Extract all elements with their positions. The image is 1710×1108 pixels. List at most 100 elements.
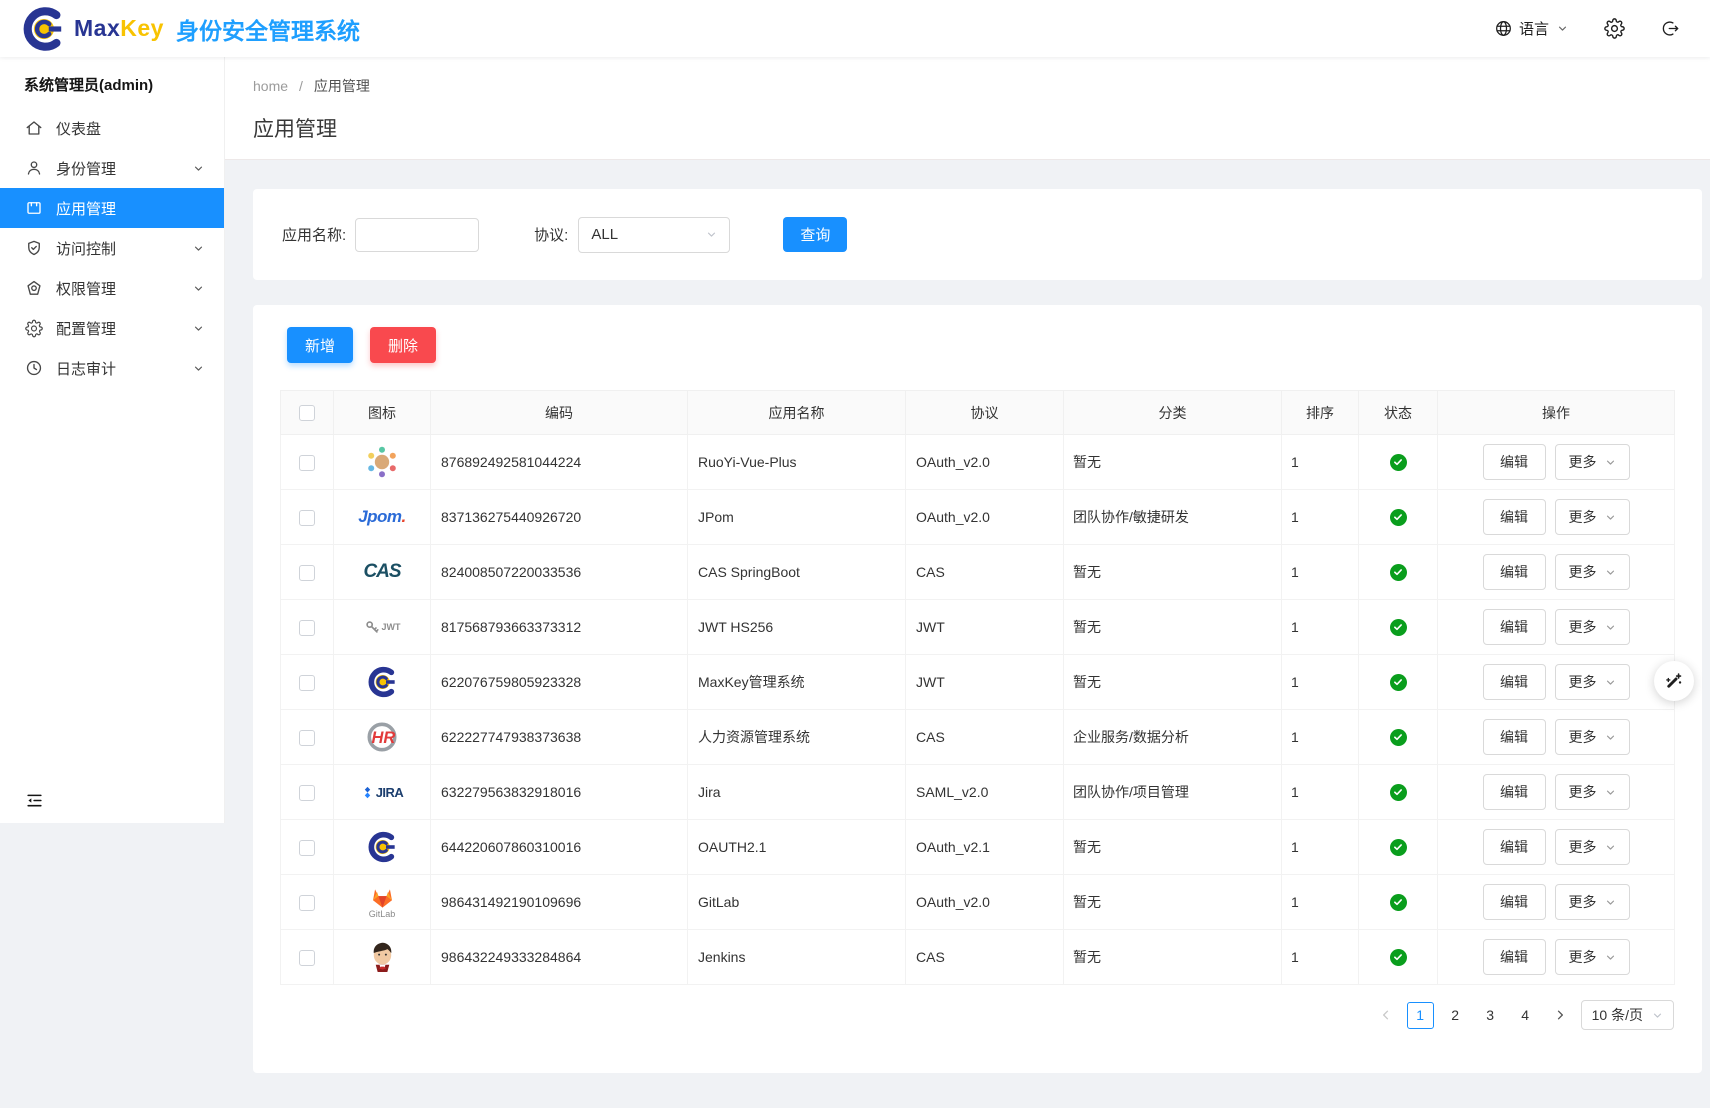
table-row: 622076759805923328MaxKey管理系统JWT暂无1编辑更多 — [281, 655, 1675, 710]
sidebar-item-config[interactable]: 配置管理 — [0, 308, 224, 348]
edit-button[interactable]: 编辑 — [1483, 774, 1546, 810]
sidebar-item-access[interactable]: 访问控制 — [0, 228, 224, 268]
logout-icon[interactable] — [1661, 19, 1680, 38]
row-checkbox[interactable] — [299, 620, 315, 636]
app-code: 837136275440926720 — [431, 490, 688, 545]
col-sort: 排序 — [1282, 391, 1359, 435]
theme-wand-button[interactable] — [1654, 661, 1694, 701]
breadcrumb-home[interactable]: home — [253, 78, 288, 94]
pagination-page-3[interactable]: 3 — [1477, 1002, 1504, 1029]
row-checkbox[interactable] — [299, 895, 315, 911]
row-checkbox[interactable] — [299, 510, 315, 526]
sidebar-item-permission[interactable]: 权限管理 — [0, 268, 224, 308]
more-button[interactable]: 更多 — [1555, 774, 1630, 810]
row-checkbox[interactable] — [299, 565, 315, 581]
chevron-down-icon — [1605, 842, 1616, 853]
protocol-select[interactable]: ALL — [578, 217, 730, 253]
page-size-value: 10 条/页 — [1592, 1005, 1643, 1025]
more-button[interactable]: 更多 — [1555, 884, 1630, 920]
chevron-down-icon — [193, 163, 204, 174]
maxkey-logo — [334, 655, 430, 709]
page-size-select[interactable]: 10 条/页 — [1581, 1000, 1674, 1030]
row-checkbox[interactable] — [299, 730, 315, 746]
more-button[interactable]: 更多 — [1555, 609, 1630, 645]
edit-button[interactable]: 编辑 — [1483, 609, 1546, 645]
delete-button[interactable]: 删除 — [370, 327, 436, 363]
pagination-page-4[interactable]: 4 — [1512, 1002, 1539, 1029]
more-button[interactable]: 更多 — [1555, 499, 1630, 535]
sidebar-item-dashboard[interactable]: 仪表盘 — [0, 108, 224, 148]
brand-key: Key — [120, 15, 164, 42]
edit-button[interactable]: 编辑 — [1483, 719, 1546, 755]
more-button[interactable]: 更多 — [1555, 829, 1630, 865]
more-label: 更多 — [1569, 782, 1597, 802]
row-checkbox[interactable] — [299, 785, 315, 801]
pagination-page-1[interactable]: 1 — [1407, 1002, 1434, 1029]
col-code: 编码 — [431, 391, 688, 435]
pagination-prev-button[interactable] — [1373, 1002, 1399, 1028]
more-label: 更多 — [1569, 947, 1597, 967]
svg-text:HR: HR — [372, 729, 396, 747]
more-button[interactable]: 更多 — [1555, 939, 1630, 975]
sidebar-item-identity[interactable]: 身份管理 — [0, 148, 224, 188]
apps-table: 图标 编码 应用名称 协议 分类 排序 状态 操作 87689249258104… — [280, 390, 1675, 985]
table-row: 644220607860310016OAUTH2.1OAuth_v2.1暂无1编… — [281, 820, 1675, 875]
edit-button[interactable]: 编辑 — [1483, 554, 1546, 590]
chevron-down-icon — [1557, 23, 1568, 34]
more-button[interactable]: 更多 — [1555, 719, 1630, 755]
row-checkbox[interactable] — [299, 455, 315, 471]
app-category: 暂无 — [1064, 435, 1282, 490]
more-button[interactable]: 更多 — [1555, 554, 1630, 590]
chevron-down-icon — [1605, 457, 1616, 468]
select-all-checkbox[interactable] — [299, 405, 315, 421]
status-active-icon — [1390, 509, 1407, 526]
edit-button[interactable]: 编辑 — [1483, 939, 1546, 975]
sidebar-item-label: 权限管理 — [56, 278, 116, 299]
add-button[interactable]: 新增 — [287, 327, 353, 363]
edit-button[interactable]: 编辑 — [1483, 884, 1546, 920]
app-sort: 1 — [1282, 820, 1359, 875]
more-label: 更多 — [1569, 837, 1597, 857]
table-row: Jpom.837136275440926720JPomOAuth_v2.0团队协… — [281, 490, 1675, 545]
app-name: OAUTH2.1 — [688, 820, 906, 875]
chevron-down-icon — [1605, 897, 1616, 908]
row-checkbox[interactable] — [299, 840, 315, 856]
chevron-down-icon — [1605, 732, 1616, 743]
col-name: 应用名称 — [688, 391, 906, 435]
jpom-logo: Jpom. — [334, 490, 430, 544]
row-checkbox[interactable] — [299, 950, 315, 966]
jenkins-logo — [334, 930, 430, 984]
protocol-select-value: ALL — [591, 226, 618, 243]
edit-button[interactable]: 编辑 — [1483, 444, 1546, 480]
row-checkbox[interactable] — [299, 675, 315, 691]
menu-fold-icon[interactable] — [25, 791, 44, 810]
sidebar-menu: 仪表盘身份管理应用管理访问控制权限管理配置管理日志审计 — [0, 108, 224, 388]
app-name: GitLab — [688, 875, 906, 930]
pagination-next-button[interactable] — [1547, 1002, 1573, 1028]
language-menu[interactable]: 语言 — [1494, 18, 1568, 39]
edit-button[interactable]: 编辑 — [1483, 664, 1546, 700]
edit-button[interactable]: 编辑 — [1483, 829, 1546, 865]
chevron-down-icon — [1652, 1010, 1663, 1021]
page-header: home / 应用管理 应用管理 — [225, 57, 1710, 160]
app-code: 876892492581044224 — [431, 435, 688, 490]
maxkey-logo-icon — [20, 6, 66, 52]
app-name-input[interactable] — [355, 218, 479, 252]
app-name-label: 应用名称: — [282, 224, 346, 245]
status-active-icon — [1390, 784, 1407, 801]
breadcrumb: home / 应用管理 — [253, 76, 1710, 96]
sidebar-item-audit[interactable]: 日志审计 — [0, 348, 224, 388]
more-button[interactable]: 更多 — [1555, 664, 1630, 700]
app-category: 暂无 — [1064, 655, 1282, 710]
search-button[interactable]: 查询 — [783, 217, 847, 252]
sidebar-item-apps[interactable]: 应用管理 — [0, 188, 224, 228]
sidebar-item-label: 日志审计 — [56, 358, 116, 379]
pagination-page-2[interactable]: 2 — [1442, 1002, 1469, 1029]
app-code: 824008507220033536 — [431, 545, 688, 600]
sidebar-item-label: 访问控制 — [56, 238, 116, 259]
settings-gear-icon[interactable] — [1604, 18, 1625, 39]
edit-button[interactable]: 编辑 — [1483, 499, 1546, 535]
crown-icon — [25, 279, 43, 297]
more-button[interactable]: 更多 — [1555, 444, 1630, 480]
sidebar-item-label: 配置管理 — [56, 318, 116, 339]
